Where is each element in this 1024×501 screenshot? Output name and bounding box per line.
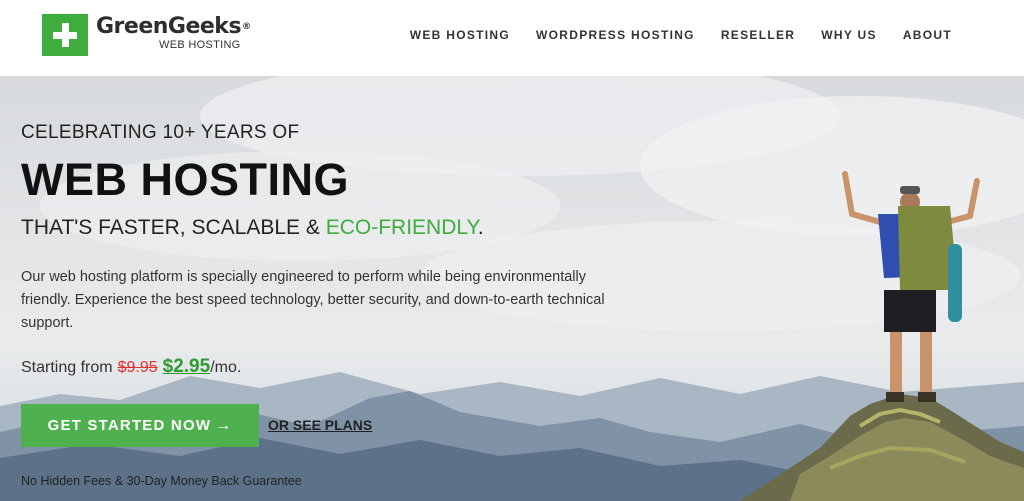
- brand-name: GreenGeeks: [96, 14, 242, 39]
- price-prefix: Starting from: [21, 359, 113, 376]
- plus-logo-icon: [42, 14, 88, 56]
- hero-subhead: THAT'S FASTER, SCALABLE & ECO-FRIENDLY.: [21, 216, 484, 240]
- nav-item-about[interactable]: ABOUT: [903, 28, 952, 42]
- hero-eyebrow: CELEBRATING 10+ YEARS OF: [21, 122, 300, 143]
- get-started-label: GET STARTED NOW: [47, 417, 212, 434]
- price-suffix: /mo.: [210, 359, 242, 376]
- nav-item-web-hosting[interactable]: WEB HOSTING: [410, 28, 510, 42]
- hero-headline: WEB HOSTING: [21, 154, 349, 205]
- hero-description: Our web hosting platform is specially en…: [21, 269, 605, 331]
- subhead-prefix: THAT'S FASTER, SCALABLE &: [21, 216, 326, 239]
- subhead-highlight: ECO-FRIENDLY: [325, 216, 478, 239]
- brand-tagline: WEB HOSTING: [159, 39, 241, 51]
- arrow-right-icon: →: [215, 416, 233, 434]
- nav-item-why-us[interactable]: WHY US: [821, 28, 877, 42]
- get-started-button[interactable]: GET STARTED NOW →: [21, 404, 259, 447]
- nav-item-reseller[interactable]: RESELLER: [721, 28, 795, 42]
- greengeeks-logo[interactable]: GreenGeeks® WEB HOSTING: [42, 14, 251, 56]
- site-header: GreenGeeks® WEB HOSTING WEB HOSTING WORD…: [0, 0, 1024, 76]
- hero-section: CELEBRATING 10+ YEARS OF WEB HOSTING THA…: [0, 76, 1024, 501]
- guarantee-text: No Hidden Fees & 30-Day Money Back Guara…: [21, 474, 302, 488]
- see-plans-link[interactable]: OR SEE PLANS: [268, 417, 372, 433]
- main-nav: WEB HOSTING WORDPRESS HOSTING RESELLER W…: [384, 28, 952, 42]
- price-line: Starting from $9.95 $2.95 /mo.: [21, 356, 241, 378]
- nav-item-wordpress-hosting[interactable]: WORDPRESS HOSTING: [536, 28, 695, 42]
- registered-mark: ®: [242, 22, 251, 32]
- old-price: $9.95: [117, 359, 158, 376]
- subhead-suffix: .: [477, 216, 484, 239]
- new-price: $2.95: [162, 356, 211, 377]
